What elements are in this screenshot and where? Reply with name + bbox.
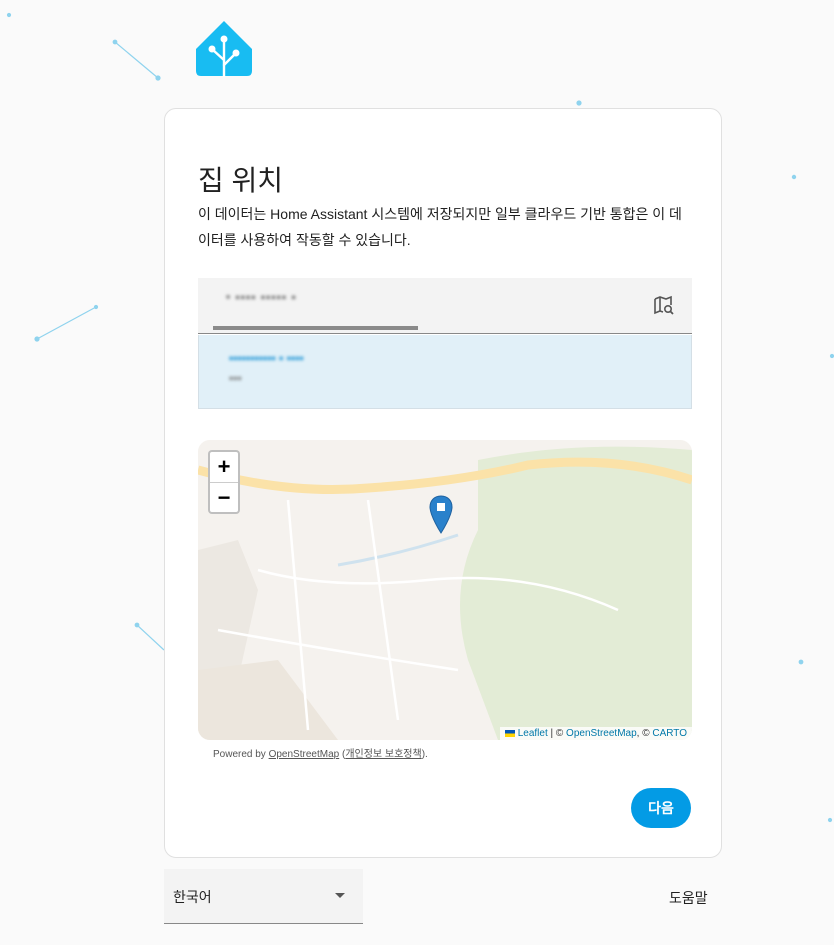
onboarding-card: 집 위치 이 데이터는 Home Assistant 시스템에 저장되지만 일부…	[164, 108, 722, 858]
home-assistant-logo-icon	[196, 21, 252, 77]
ukraine-flag-icon	[504, 729, 515, 737]
location-search-input[interactable]: • ▪▪▪▪ ▪▪▪▪▪ ▪	[226, 290, 416, 318]
powered-close: ).	[421, 749, 428, 760]
powered-by-text: Powered by OpenStreetMap (개인정보 보호정책).	[213, 745, 428, 760]
map-tiles	[198, 440, 692, 740]
page-title: 집 위치	[198, 165, 284, 196]
search-result-item[interactable]: ▪▪▪▪▪▪▪▪▪▪▪ ▪ ▪▪▪▪ ▪▪▪	[198, 335, 692, 409]
map-zoom-control: + −	[208, 450, 240, 514]
next-button[interactable]: 다음	[631, 788, 691, 828]
carto-link[interactable]: CARTO	[652, 728, 687, 739]
map-marker-icon[interactable]	[428, 495, 454, 535]
language-select-value: 한국어	[173, 889, 212, 905]
search-focus-underline	[213, 326, 418, 330]
language-select[interactable]: 한국어	[164, 869, 363, 924]
zoom-out-button[interactable]: −	[210, 483, 238, 513]
powered-prefix: Powered by	[213, 749, 269, 760]
privacy-policy-link[interactable]: 개인정보 보호정책	[345, 749, 421, 760]
powered-osm-link[interactable]: OpenStreetMap	[269, 749, 340, 760]
zoom-in-button[interactable]: +	[210, 452, 238, 483]
leaflet-link[interactable]: Leaflet	[518, 728, 548, 739]
caret-down-icon	[335, 893, 345, 898]
openstreetmap-link[interactable]: OpenStreetMap	[566, 728, 637, 739]
location-search-field[interactable]: • ▪▪▪▪ ▪▪▪▪▪ ▪	[198, 278, 692, 334]
result-subtext: ▪▪▪	[229, 371, 242, 385]
description-text: 이 데이터는 Home Assistant 시스템에 저장되지만 일부 클라우드…	[198, 206, 682, 248]
result-address: ▪▪▪▪▪▪▪▪▪▪▪ ▪ ▪▪▪▪	[229, 351, 304, 365]
attribution-separator: , ©	[636, 728, 653, 739]
location-map[interactable]: + − Leaflet | © OpenStreetMap, © CARTO	[198, 440, 692, 740]
map-attribution: Leaflet | © OpenStreetMap, © CARTO	[499, 727, 692, 740]
help-link[interactable]: 도움말	[669, 888, 708, 908]
map-search-icon[interactable]	[652, 294, 676, 318]
attribution-separator: | ©	[547, 728, 567, 739]
